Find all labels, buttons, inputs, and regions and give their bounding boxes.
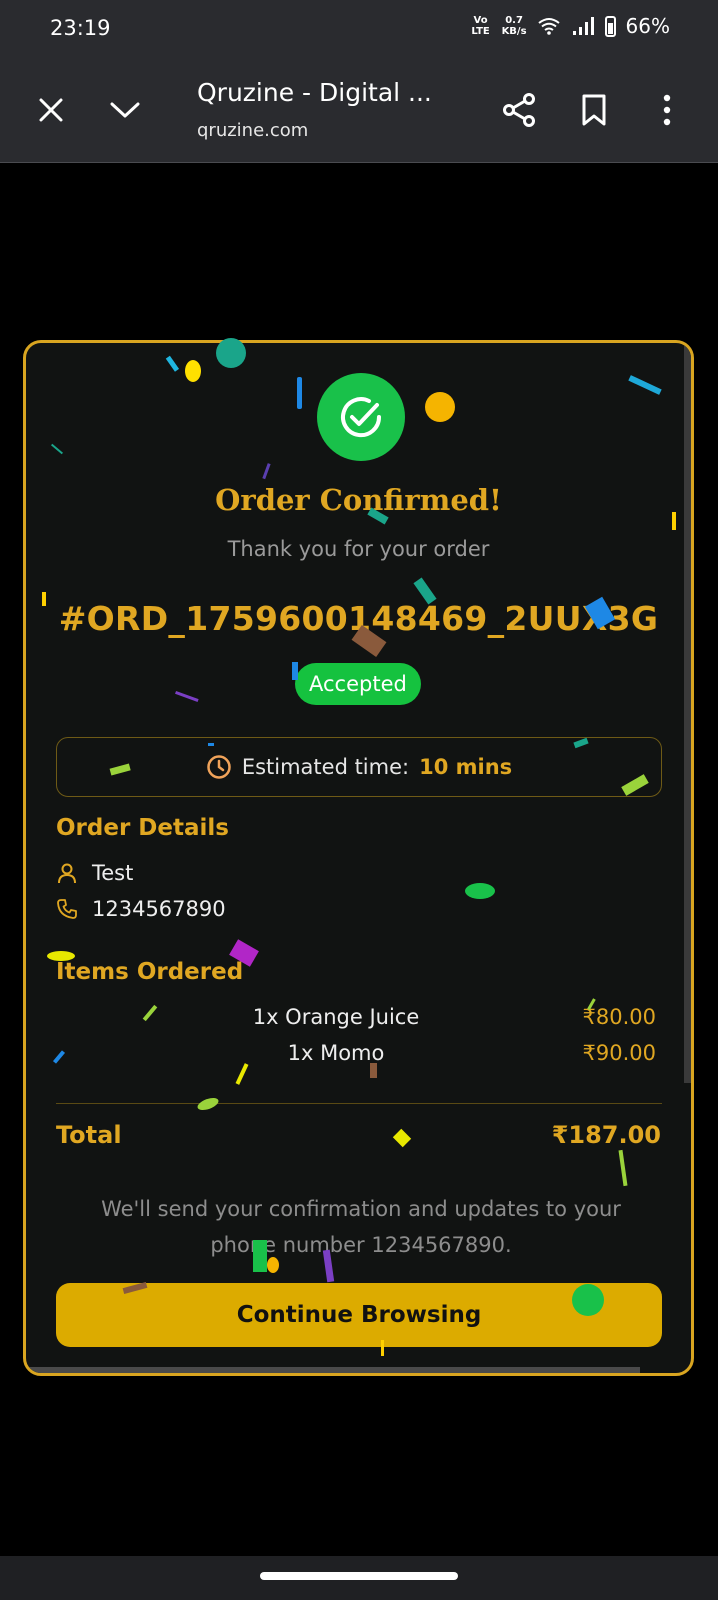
browser-toolbar: Qruzine - Digital ... qruzine.com [0, 60, 718, 163]
navigation-bar [0, 1556, 718, 1600]
eta-value: 10 mins [419, 755, 513, 779]
order-id: #ORD_1759600148469_2UUX3G [58, 599, 659, 638]
estimated-time-box: Estimated time: 10 mins [56, 737, 662, 797]
status-badge: Accepted [295, 663, 421, 705]
confirmation-note: We'll send your confirmation and updates… [101, 1197, 621, 1257]
eta-label: Estimated time: [241, 755, 410, 779]
volte-indicator: Vo LTE [471, 15, 490, 37]
phone-icon [57, 899, 77, 919]
user-icon [58, 863, 76, 884]
status-bar: 23:19 Vo LTE 0.7 KB/s 66% [0, 0, 718, 60]
network-speed: 0.7 KB/s [502, 15, 527, 37]
wifi-icon [537, 18, 560, 35]
chevron-down-icon[interactable] [103, 88, 147, 132]
item-price: ₹80.00 [582, 1005, 656, 1029]
page-title: Qruzine - Digital ... [197, 78, 432, 107]
status-icons: Vo LTE 0.7 KB/s 66% [470, 14, 670, 38]
home-gesture-bar[interactable] [260, 1572, 458, 1580]
list-item: 1x Momo ₹90.00 [56, 1041, 656, 1071]
customer-name: Test [92, 861, 134, 885]
continue-browsing-button[interactable]: Continue Browsing [56, 1283, 662, 1347]
vertical-scrollbar[interactable] [684, 343, 691, 1083]
close-icon[interactable] [29, 88, 73, 132]
customer-name-row: Test [56, 861, 133, 885]
clock-icon [207, 755, 231, 779]
item-name: 1x Orange Juice [252, 1005, 420, 1029]
page-url[interactable]: qruzine.com [197, 120, 308, 141]
signal-icon [572, 17, 594, 35]
items-ordered-heading: Items Ordered [56, 959, 244, 985]
customer-phone-row: 1234567890 [56, 897, 226, 921]
more-vertical-icon[interactable] [645, 88, 689, 132]
horizontal-scrollbar[interactable] [26, 1367, 640, 1373]
list-item: 1x Orange Juice ₹80.00 [56, 1005, 656, 1035]
order-confirmation-card: Order Confirmed! Thank you for your orde… [23, 340, 694, 1376]
total-label: Total [56, 1121, 122, 1149]
network-speed-unit: KB/s [501, 26, 527, 37]
divider [56, 1103, 662, 1104]
clock: 23:19 [50, 16, 111, 40]
battery-percent: 66% [625, 14, 670, 38]
customer-phone: 1234567890 [92, 897, 226, 921]
success-check-icon [317, 373, 405, 461]
battery-icon [604, 15, 616, 37]
share-icon[interactable] [497, 88, 541, 132]
total-value: ₹187.00 [551, 1121, 661, 1149]
network-speed-value: 0.7 [505, 15, 523, 26]
confirmation-subtitle: Thank you for your order [227, 537, 490, 561]
item-name: 1x Momo [287, 1041, 385, 1065]
item-price: ₹90.00 [582, 1041, 656, 1065]
order-details-heading: Order Details [56, 815, 229, 841]
bookmark-icon[interactable] [572, 88, 616, 132]
confirmation-title: Order Confirmed! [215, 483, 502, 517]
